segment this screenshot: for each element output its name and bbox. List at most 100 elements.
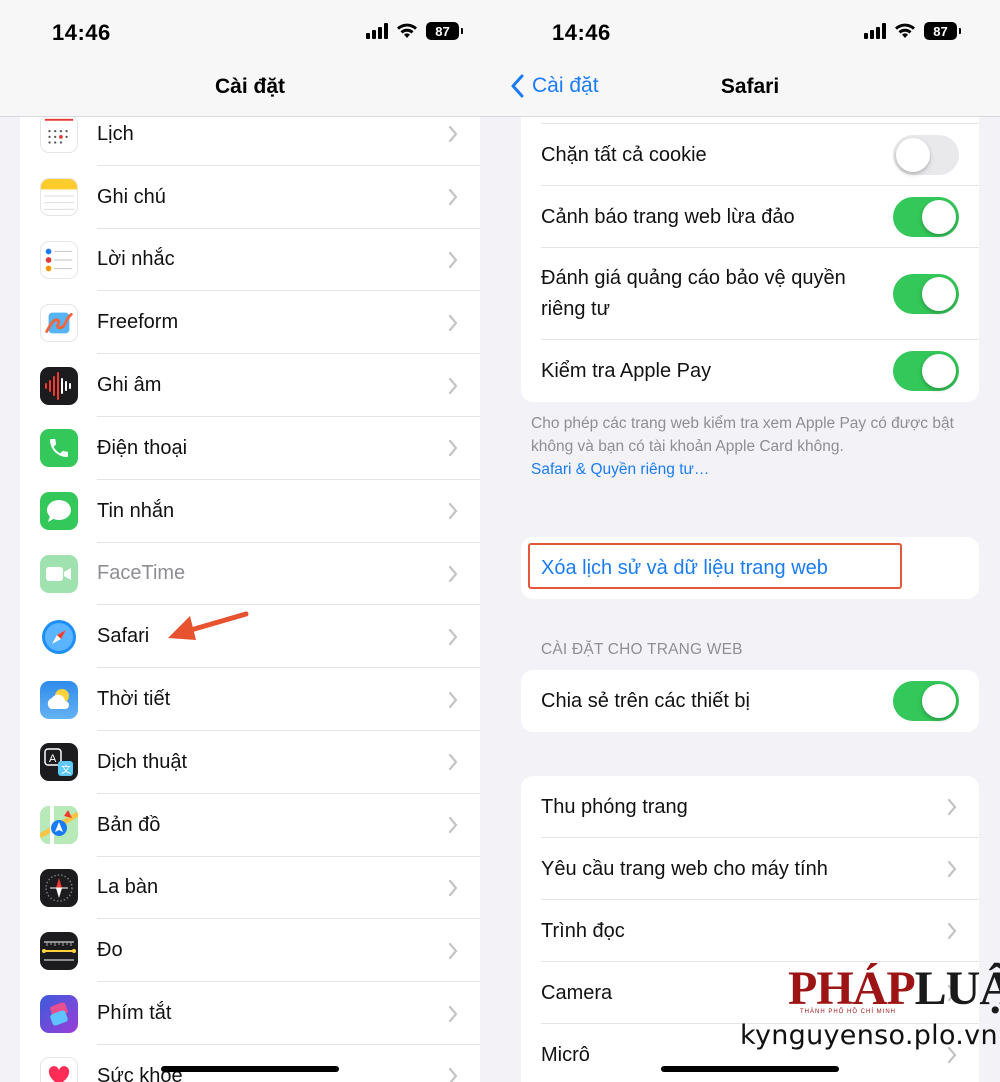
list-item-health[interactable]: Sức khỏe bbox=[20, 1045, 480, 1082]
list-item-compass[interactable]: La bàn bbox=[20, 857, 480, 920]
list-item-label: Phím tắt bbox=[97, 1002, 172, 1025]
list-item-messages[interactable]: Tin nhắn bbox=[20, 480, 480, 543]
list-item-label: Thời tiết bbox=[97, 688, 171, 711]
watermark-logo-a: PHÁP bbox=[788, 962, 916, 1015]
wifi-icon bbox=[895, 23, 915, 38]
toggle-row-apple-pay[interactable]: Kiểm tra Apple Pay bbox=[521, 340, 979, 402]
health-icon bbox=[40, 1057, 78, 1082]
row-label: Thu phóng trang bbox=[541, 795, 688, 818]
fraud-warning-toggle[interactable] bbox=[893, 197, 959, 237]
chevron-right-icon bbox=[947, 860, 957, 878]
home-indicator[interactable] bbox=[161, 1066, 339, 1072]
list-item-weather[interactable]: Thời tiết bbox=[20, 668, 480, 731]
watermark: PHÁPLUẬT THÀNH PHỐ HỒ CHÍ MINH kynguyens… bbox=[740, 965, 1000, 1052]
list-item-shortcuts[interactable]: Phím tắt bbox=[20, 982, 480, 1045]
list-item-freeform[interactable]: Freeform bbox=[20, 291, 480, 355]
list-item-page-zoom[interactable]: Thu phóng trang bbox=[521, 776, 979, 838]
block-cookies-toggle[interactable] bbox=[893, 135, 959, 175]
list-item-label: Điện thoại bbox=[97, 436, 188, 459]
chevron-right-icon bbox=[448, 565, 458, 583]
list-item-maps[interactable]: Bản đồ bbox=[20, 794, 480, 857]
maps-icon bbox=[40, 806, 78, 845]
list-item-notes[interactable]: Ghi chú bbox=[20, 166, 480, 229]
status-time: 14:46 bbox=[52, 20, 111, 45]
watermark-logo-b: LUẬT bbox=[914, 962, 1000, 1015]
list-item-label: FaceTime bbox=[97, 562, 186, 585]
share-devices-toggle[interactable] bbox=[893, 681, 959, 721]
compass-icon bbox=[40, 868, 78, 907]
freeform-icon bbox=[40, 303, 78, 342]
toggle-row-share-devices[interactable]: Chia sẻ trên các thiết bị bbox=[521, 670, 979, 732]
list-item-label: La bàn bbox=[97, 876, 159, 899]
nav-bar: 14:46 87 Cài đặt bbox=[0, 0, 500, 117]
privacy-settings-group: Chặn tất cả cookie Cảnh báo trang web lừ… bbox=[521, 103, 979, 402]
privacy-link[interactable]: Safari & Quyền riêng tư… bbox=[531, 458, 971, 481]
home-indicator[interactable] bbox=[661, 1066, 839, 1072]
translate-icon: A文 bbox=[40, 743, 78, 782]
chevron-right-icon bbox=[448, 754, 458, 771]
section-header-website-settings: CÀI ĐẶT CHO TRANG WEB bbox=[541, 641, 743, 658]
list-item-label: Lịch bbox=[97, 122, 134, 145]
list-item-measure[interactable]: Đo bbox=[20, 919, 480, 983]
list-item-phone[interactable]: Điện thoại bbox=[20, 417, 480, 480]
chevron-right-icon bbox=[448, 1068, 458, 1082]
cellular-signal-icon bbox=[864, 23, 886, 39]
share-group: Chia sẻ trên các thiết bị bbox=[521, 670, 979, 732]
safari-settings-screen: 14:46 87 Cài đặt Safari Chặn tất cả cook… bbox=[500, 0, 1000, 1082]
apple-pay-toggle[interactable] bbox=[893, 351, 959, 391]
watermark-subtitle: THÀNH PHỐ HỒ CHÍ MINH bbox=[800, 1009, 896, 1015]
calendar-icon bbox=[40, 115, 78, 154]
row-label: Yêu cầu trang web cho máy tính bbox=[541, 857, 828, 880]
weather-icon bbox=[40, 680, 78, 719]
chevron-right-icon bbox=[448, 1005, 458, 1022]
chevron-right-icon bbox=[448, 440, 458, 457]
status-time: 14:46 bbox=[552, 20, 611, 45]
chevron-right-icon bbox=[448, 942, 458, 959]
row-label: Chặn tất cả cookie bbox=[541, 143, 707, 166]
highlight-box bbox=[528, 543, 902, 589]
chevron-right-icon bbox=[448, 251, 458, 269]
list-item-facetime[interactable]: FaceTime bbox=[20, 543, 480, 606]
list-item-label: Đo bbox=[97, 939, 123, 962]
annotation-arrow-icon bbox=[168, 611, 249, 640]
reminders-icon bbox=[40, 240, 78, 279]
battery-indicator: 87 bbox=[426, 22, 463, 40]
list-item-label: Safari bbox=[97, 625, 150, 648]
chevron-right-icon bbox=[448, 628, 458, 645]
list-item-label: Tin nhắn bbox=[97, 499, 175, 522]
watermark-logo: PHÁPLUẬT bbox=[788, 965, 1000, 1013]
status-icons: 87 bbox=[366, 22, 463, 40]
chevron-right-icon bbox=[448, 503, 458, 520]
list-item-reminders[interactable]: Lời nhắc bbox=[20, 229, 480, 292]
list-item-reader[interactable]: Trình đọc bbox=[521, 900, 979, 962]
settings-list: Lịch Ghi chú Lời nhắc Freeform Ghi âm Đi… bbox=[20, 103, 480, 1082]
safari-icon bbox=[40, 617, 78, 656]
list-item-translate[interactable]: A文 Dịch thuật bbox=[20, 731, 480, 794]
shortcuts-icon bbox=[40, 994, 78, 1033]
privacy-ads-toggle[interactable] bbox=[893, 274, 959, 314]
toggle-row-block-cookies[interactable]: Chặn tất cả cookie bbox=[521, 124, 979, 186]
list-item-label: Freeform bbox=[97, 311, 179, 334]
list-item-desktop-site[interactable]: Yêu cầu trang web cho máy tính bbox=[521, 838, 979, 900]
toggle-row-privacy-ads[interactable]: Đánh giá quảng cáo bảo vệ quyền riêng tư bbox=[521, 248, 979, 340]
row-label: Đánh giá quảng cáo bảo vệ quyền riêng tư bbox=[541, 267, 846, 320]
chevron-right-icon bbox=[448, 314, 458, 331]
chevron-right-icon bbox=[947, 922, 957, 940]
status-icons: 87 bbox=[864, 22, 961, 40]
notes-icon bbox=[40, 178, 78, 217]
settings-screen: 14:46 87 Cài đặt Lịch Ghi chú Lời nhắc F… bbox=[0, 0, 500, 1082]
chevron-right-icon bbox=[448, 691, 458, 708]
measure-icon bbox=[40, 931, 78, 970]
toggle-row-fraud-warning[interactable]: Cảnh báo trang web lừa đảo bbox=[521, 186, 979, 248]
row-label: Micrô bbox=[541, 1043, 590, 1066]
list-item-voice-memos[interactable]: Ghi âm bbox=[20, 354, 480, 417]
list-item-label: Ghi chú bbox=[97, 185, 166, 208]
svg-text:文: 文 bbox=[61, 763, 71, 776]
watermark-url: kynguyenso.plo.vn bbox=[740, 1020, 998, 1051]
chevron-right-icon bbox=[448, 817, 458, 834]
list-item-label: Lời nhắc bbox=[97, 248, 175, 271]
chevron-right-icon bbox=[448, 189, 458, 206]
chevron-right-icon bbox=[448, 879, 458, 897]
nav-bar: 14:46 87 Cài đặt Safari bbox=[500, 0, 1000, 117]
cellular-signal-icon bbox=[366, 23, 388, 39]
